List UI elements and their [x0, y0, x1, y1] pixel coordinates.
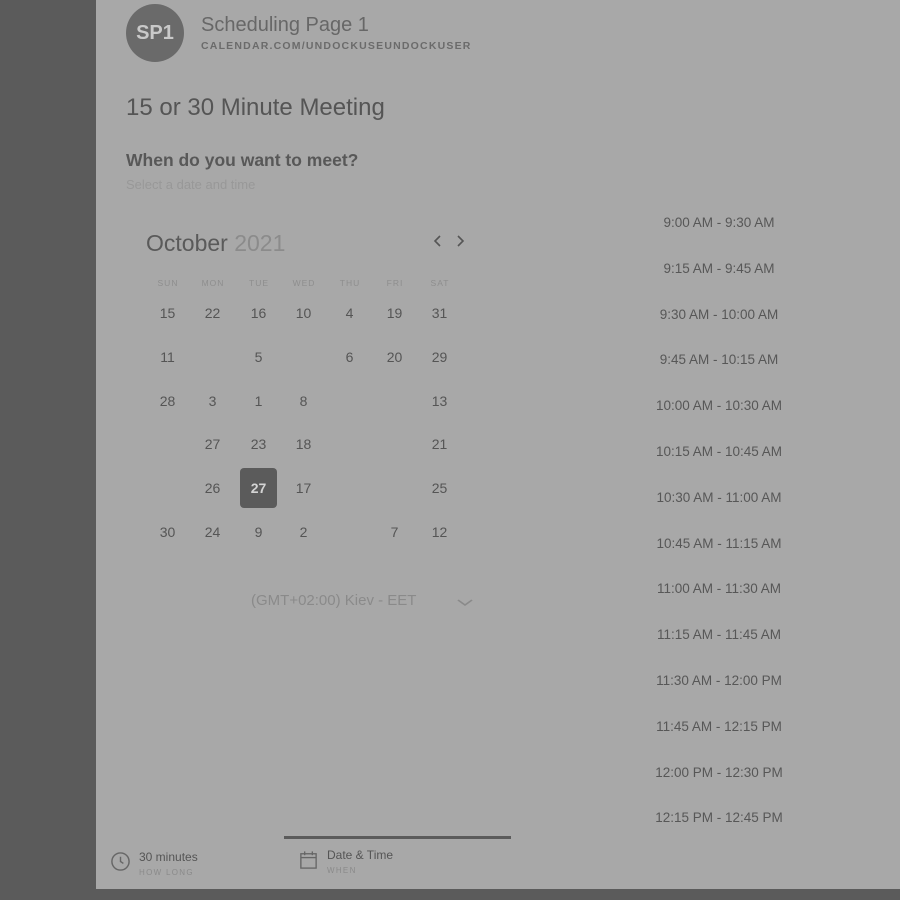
time-slot[interactable]: 9:30 AM - 10:00 AM: [636, 292, 802, 338]
time-slot[interactable]: 11:45 AM - 12:15 PM: [636, 704, 802, 750]
step-duration-sub: HOW LONG: [139, 868, 194, 877]
avatar: SP1: [126, 4, 184, 62]
calendar-day[interactable]: 29: [421, 337, 458, 377]
weekday-label: THU: [339, 278, 361, 288]
calendar-day: [376, 424, 413, 464]
calendar-day[interactable]: 7: [376, 512, 413, 552]
weekday-label: WED: [292, 278, 316, 288]
weekday-label: MON: [201, 278, 225, 288]
step-duration-label: 30 minutes: [139, 850, 198, 864]
calendar-day: [194, 337, 231, 377]
calendar-day: [376, 381, 413, 421]
calendar-day[interactable]: 4: [331, 293, 368, 333]
scheduling-panel: SP1 Scheduling Page 1 CALENDAR.COM/UNDOC…: [96, 0, 900, 889]
weekday-label: SUN: [157, 278, 179, 288]
question-subtitle: Select a date and time: [126, 177, 256, 192]
calendar-day[interactable]: 17: [285, 468, 322, 508]
header-text: Scheduling Page 1 CALENDAR.COM/UNDOCKUSE…: [201, 14, 472, 52]
time-slot[interactable]: 12:15 PM - 12:45 PM: [636, 795, 802, 841]
calendar-day[interactable]: 25: [421, 468, 458, 508]
calendar-day[interactable]: 13: [421, 381, 458, 421]
calendar-day[interactable]: 6: [331, 337, 368, 377]
weekday-label: FRI: [386, 278, 404, 288]
calendar-day[interactable]: 16: [240, 293, 277, 333]
calendar-day[interactable]: 11: [149, 337, 186, 377]
calendar-day[interactable]: 26: [194, 468, 231, 508]
calendar-day[interactable]: 8: [285, 381, 322, 421]
meeting-title: 15 or 30 Minute Meeting: [126, 94, 385, 121]
time-slot[interactable]: 10:00 AM - 10:30 AM: [636, 383, 802, 429]
time-slot[interactable]: 10:15 AM - 10:45 AM: [636, 429, 802, 475]
calendar-day: [376, 468, 413, 508]
calendar: October 2021 SUN MON TUE WED THU FRI SAT 15 22 1…: [146, 228, 486, 540]
step-date-time-label: Date & Time: [327, 848, 394, 862]
calendar-day: [331, 424, 368, 464]
clock-icon: [111, 852, 130, 871]
question-heading: When do you want to meet?: [126, 150, 359, 170]
step-date-time[interactable]: Date & Time WHEN: [298, 848, 393, 875]
calendar-day[interactable]: 15: [149, 293, 186, 333]
chevron-left-icon[interactable]: [429, 232, 447, 252]
timezone-select[interactable]: (GMT+02:00) Kiev - EET: [251, 592, 416, 609]
chevron-down-icon[interactable]: [457, 594, 474, 610]
weekday-label: TUE: [249, 278, 269, 288]
time-slot[interactable]: 9:45 AM - 10:15 AM: [636, 337, 802, 383]
calendar-day: [149, 424, 186, 464]
calendar-day: [331, 381, 368, 421]
calendar-day[interactable]: 10: [285, 293, 322, 333]
chevron-right-icon[interactable]: [451, 232, 469, 252]
time-slot[interactable]: 11:15 AM - 11:45 AM: [636, 612, 802, 658]
step-date-time-sub: WHEN: [327, 866, 357, 875]
calendar-day-selected[interactable]: 27: [240, 468, 277, 509]
calendar-day: [149, 468, 186, 508]
time-slot[interactable]: 10:45 AM - 11:15 AM: [636, 521, 802, 567]
calendar-day[interactable]: 31: [421, 293, 458, 333]
calendar-day[interactable]: 1: [240, 381, 277, 421]
calendar-header: October 2021: [146, 228, 486, 262]
calendar-month: October: [146, 230, 228, 256]
calendar-day[interactable]: 21: [421, 424, 458, 464]
time-slot[interactable]: 11:30 AM - 12:00 PM: [636, 658, 802, 704]
time-slot[interactable]: 12:00 PM - 12:30 PM: [636, 750, 802, 796]
header: SP1 Scheduling Page 1 CALENDAR.COM/UNDOC…: [126, 4, 472, 62]
calendar-year: 2021: [234, 230, 286, 256]
calendar-day[interactable]: 22: [194, 293, 231, 333]
calendar-day[interactable]: 30: [149, 512, 186, 552]
step-duration[interactable]: 30 minutes HOW LONG: [110, 850, 198, 877]
calendar-month-year: October 2021: [146, 230, 285, 257]
calendar-day: [285, 337, 322, 377]
weekday-label: SAT: [430, 278, 450, 288]
calendar-day: [331, 468, 368, 508]
calendar-day[interactable]: 27: [194, 424, 231, 464]
calendar-day[interactable]: 5: [240, 337, 277, 377]
calendar-day[interactable]: 28: [149, 381, 186, 421]
step-progress-bar: [284, 836, 511, 839]
time-slot[interactable]: 11:00 AM - 11:30 AM: [636, 566, 802, 612]
calendar-day[interactable]: 2: [285, 512, 322, 552]
calendar-day: [331, 512, 368, 552]
time-slot[interactable]: 10:30 AM - 11:00 AM: [636, 475, 802, 521]
calendar-day[interactable]: 3: [194, 381, 231, 421]
calendar-day[interactable]: 19: [376, 293, 413, 333]
page-url[interactable]: CALENDAR.COM/UNDOCKUSEUNDOCKUSER: [201, 40, 472, 52]
step-footer: 30 minutes HOW LONG Date & Time WHEN: [96, 836, 900, 889]
calendar-day[interactable]: 12: [421, 512, 458, 552]
calendar-day[interactable]: 18: [285, 424, 322, 464]
page-name: Scheduling Page 1: [201, 14, 369, 36]
calendar-day[interactable]: 24: [194, 512, 231, 552]
time-slot[interactable]: 9:00 AM - 9:30 AM: [636, 200, 802, 246]
calendar-day[interactable]: 9: [240, 512, 277, 552]
time-slot[interactable]: 9:15 AM - 9:45 AM: [636, 246, 802, 292]
calendar-icon: [300, 851, 317, 869]
calendar-day[interactable]: 23: [240, 424, 277, 464]
calendar-day[interactable]: 20: [376, 337, 413, 377]
